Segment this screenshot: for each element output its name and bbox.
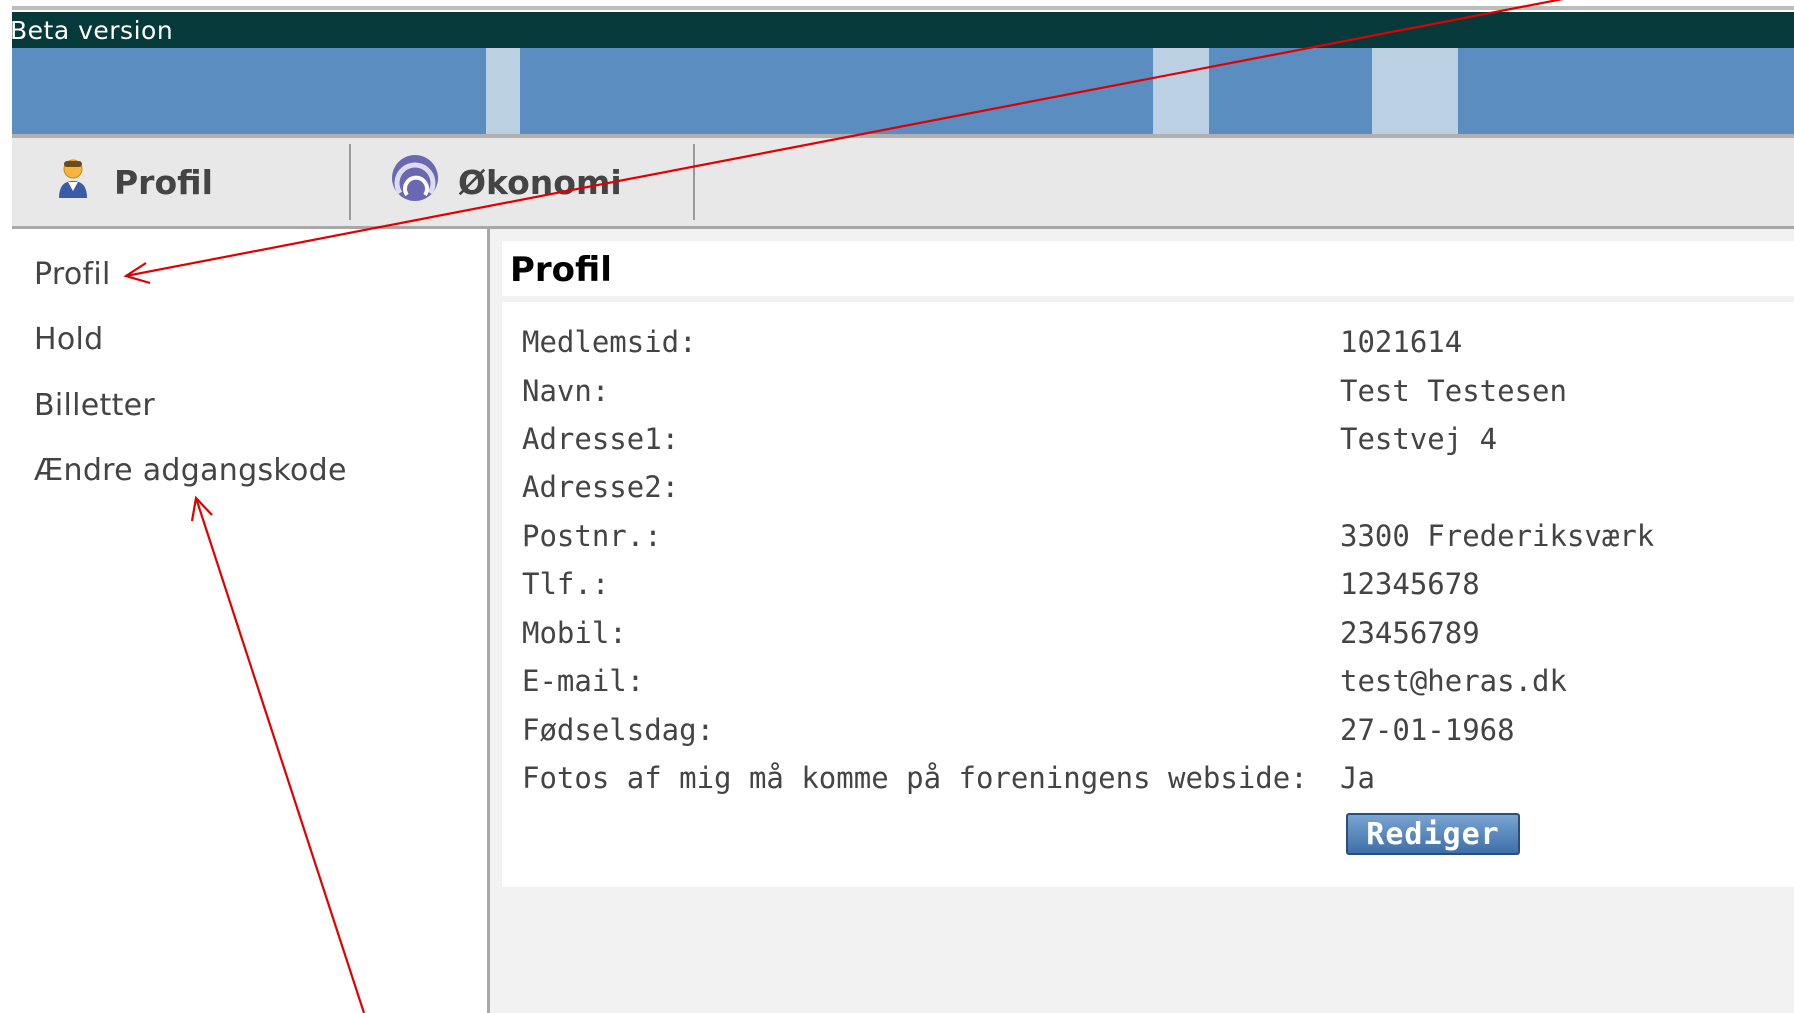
tab-separator bbox=[349, 144, 351, 220]
sidebar-item-hold[interactable]: Hold bbox=[34, 322, 104, 357]
profile-row: Adresse2: bbox=[522, 470, 1794, 518]
field-value: test@heras.dk bbox=[1340, 664, 1567, 698]
field-value: Testvej 4 bbox=[1340, 422, 1498, 456]
user-icon bbox=[56, 157, 90, 207]
field-label: Navn: bbox=[522, 374, 610, 408]
field-label: Fødselsdag: bbox=[522, 713, 715, 747]
edit-button[interactable]: Rediger bbox=[1346, 813, 1520, 855]
field-value: 3300 Frederiksværk bbox=[1340, 519, 1655, 553]
profile-row: E-mail: test@heras.dk bbox=[522, 664, 1794, 712]
field-value: 1021614 bbox=[1340, 325, 1463, 359]
sidebar-item-change-password[interactable]: Ændre adgangskode bbox=[34, 453, 347, 488]
economy-icon bbox=[390, 153, 440, 211]
profile-row: Mobil: 23456789 bbox=[522, 616, 1794, 664]
profile-row: Adresse1: Testvej 4 bbox=[522, 422, 1794, 470]
page-title: Profil bbox=[502, 241, 1794, 296]
field-label: Fotos af mig må komme på foreningens web… bbox=[522, 761, 1308, 795]
profile-row: Navn: Test Testesen bbox=[522, 374, 1794, 422]
field-label: Adresse2: bbox=[522, 470, 680, 504]
profile-row: Fotos af mig må komme på foreningens web… bbox=[522, 761, 1794, 809]
profile-row: Fødselsdag: 27-01-1968 bbox=[522, 713, 1794, 761]
field-label: Tlf.: bbox=[522, 567, 610, 601]
tab-bar: Profil Økonomi bbox=[12, 138, 1794, 226]
field-label: E-mail: bbox=[522, 664, 645, 698]
tab-okonomi[interactable]: Økonomi bbox=[390, 138, 690, 226]
beta-label: Beta version bbox=[10, 16, 174, 45]
banner-stripe bbox=[486, 48, 520, 134]
field-label: Postnr.: bbox=[522, 519, 662, 553]
profile-row: Medlemsid: 1021614 bbox=[522, 325, 1794, 373]
sidebar-item-profil[interactable]: Profil bbox=[34, 257, 111, 292]
profile-row: Postnr.: 3300 Frederiksværk bbox=[522, 519, 1794, 567]
tab-separator bbox=[693, 144, 695, 220]
banner-stripe bbox=[1372, 48, 1458, 134]
field-label: Medlemsid: bbox=[522, 325, 697, 359]
field-label: Mobil: bbox=[522, 616, 627, 650]
top-border bbox=[12, 6, 1794, 10]
field-value: Ja bbox=[1340, 761, 1375, 795]
tab-profil-label: Profil bbox=[114, 162, 213, 202]
tab-okonomi-label: Økonomi bbox=[458, 162, 622, 202]
beta-bar: Beta version bbox=[10, 12, 1794, 48]
app-window: Beta version Profil Økonomi Profil Hold … bbox=[0, 0, 1794, 1013]
field-value: 12345678 bbox=[1340, 567, 1480, 601]
header-banner bbox=[12, 48, 1794, 134]
field-value: 27-01-1968 bbox=[1340, 713, 1515, 747]
sidebar: Profil Hold Billetter Ændre adgangskode bbox=[12, 229, 487, 1013]
profile-row: Tlf.: 12345678 bbox=[522, 567, 1794, 615]
banner-stripe bbox=[1153, 48, 1209, 134]
sidebar-item-billetter[interactable]: Billetter bbox=[34, 388, 155, 423]
field-value: 23456789 bbox=[1340, 616, 1480, 650]
field-value: Test Testesen bbox=[1340, 374, 1567, 408]
field-label: Adresse1: bbox=[522, 422, 680, 456]
tab-profil[interactable]: Profil bbox=[56, 138, 346, 226]
